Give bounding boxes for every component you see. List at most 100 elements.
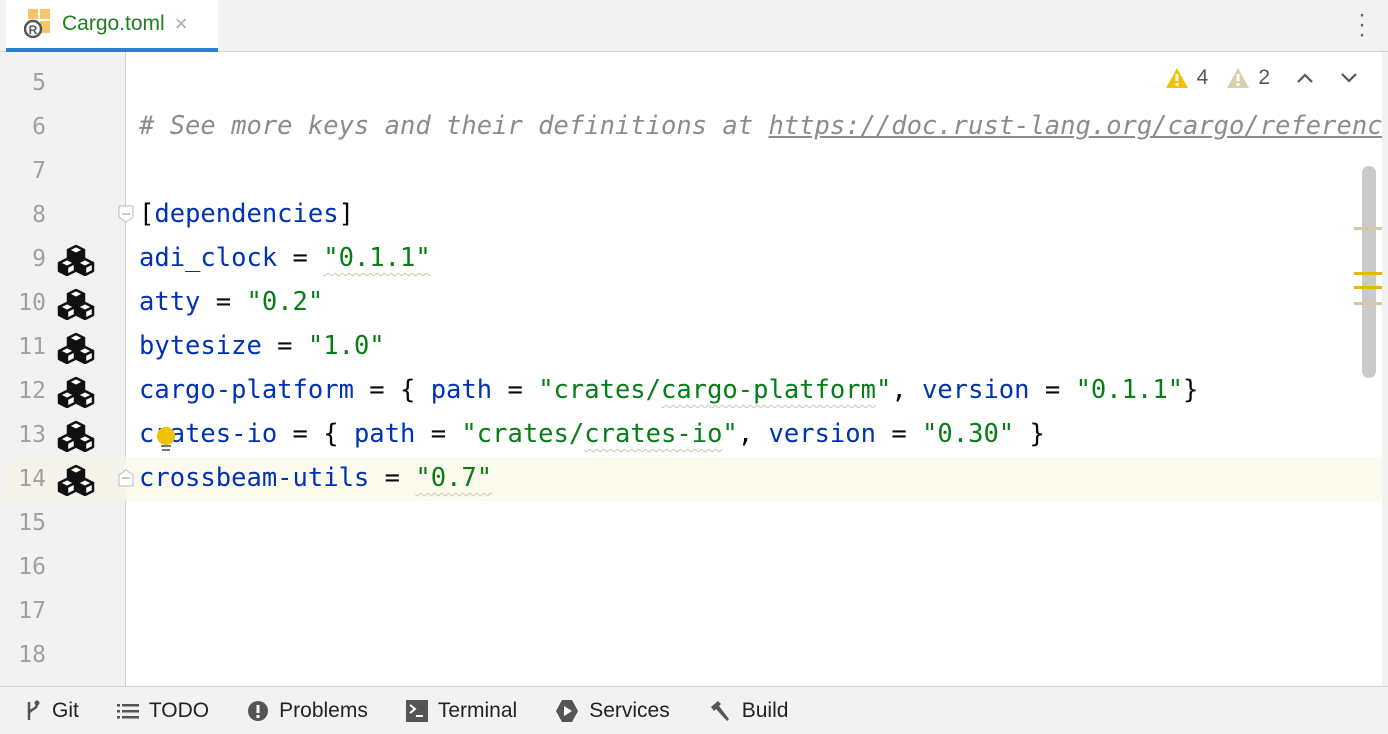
line-number: 10 [18,290,46,316]
more-options-icon[interactable]: · · · [1358,3,1366,47]
code-token: = [1029,375,1076,405]
code-text: # See more keys and their definitions at… [139,111,1382,141]
code-line[interactable]: 10 atty = "0.2" [6,281,1382,325]
fold-marker-icon[interactable] [118,469,134,487]
tool-window-todo[interactable]: TODO [116,698,210,723]
code-line[interactable]: 12 cargo-platform = { path = "crates/carg… [6,369,1382,413]
line-number: 9 [32,246,46,272]
code-token: "0.30" [922,419,1015,449]
code-line[interactable]: 9 adi_clock = "0.1.1" [6,237,1382,281]
next-highlight-icon[interactable] [1340,72,1358,84]
code-line[interactable]: 15 [6,501,1382,545]
gutter-cell: 18 [6,633,126,677]
code-token: path [353,419,416,449]
editor-tab-bar: R Cargo.toml × · · · [0,0,1388,52]
close-tab-icon[interactable]: × [175,11,188,37]
crate-icon[interactable] [56,288,96,325]
gutter-cell: 8 [6,193,126,237]
code-token: " [875,375,892,405]
code-line[interactable]: 14 crossbeam-utils = "0.7" [6,457,1382,501]
code-token: } [1183,375,1199,405]
code-token: "0.1.1" [323,243,431,273]
tool-window-label: Git [52,698,79,722]
tab-cargo-toml[interactable]: R Cargo.toml × [6,0,218,52]
line-number: 16 [18,554,46,580]
code-token: = [369,463,416,493]
code-token: version [768,419,876,449]
previous-highlight-icon[interactable] [1296,72,1314,84]
gutter-cell: 14 [6,457,126,501]
code-line[interactable]: 16 [6,545,1382,589]
code-line[interactable]: 17 [6,589,1382,633]
tool-window-label: Problems [279,698,368,722]
code-token: "crates/ [538,375,662,405]
gutter-cell: 17 [6,589,126,633]
line-number: 7 [32,158,46,184]
inspections-widget[interactable]: 4 2 [1165,66,1358,90]
gutter-cell: 12 [6,369,126,413]
line-number: 5 [32,70,46,96]
code-token: " [722,419,738,449]
line-number: 17 [18,598,46,624]
line-number: 6 [32,114,46,140]
code-text: crates-io = { path = "crates/crates-io",… [139,419,1045,449]
code-token: dependencies [154,199,339,229]
services-icon [555,699,589,723]
code-token: = [415,419,462,449]
code-editor[interactable]: 5 6 # See more keys and their definitions … [6,52,1382,686]
tool-window-label: Services [589,698,670,722]
crate-icon[interactable] [56,464,96,501]
line-number: 15 [18,510,46,536]
tool-window-bar: Git TODO Problems Terminal Services Build [0,686,1388,734]
tool-window-problems[interactable]: Problems [247,699,368,723]
code-token: "0.2" [246,287,324,317]
code-line[interactable]: 18 [6,633,1382,677]
weak-warning-stripe[interactable] [1354,302,1382,305]
warning-count: 4 [1196,66,1209,89]
code-token: bytesize [139,331,262,361]
terminal-icon [405,699,438,722]
crate-icon[interactable] [56,244,96,281]
code-token: cargo-platform [139,375,354,405]
crate-icon[interactable] [56,376,96,413]
code-text: [dependencies] [139,199,354,229]
crate-icon[interactable] [56,420,96,457]
code-token: "1.0" [307,331,385,361]
lightbulb-icon[interactable] [156,426,176,454]
code-line[interactable]: 11 bytesize = "1.0" [6,325,1382,369]
gutter-cell: 15 [6,501,126,545]
weak-warning-icon [1227,68,1250,88]
tool-window-build[interactable]: Build [708,698,789,723]
fold-marker-icon[interactable] [118,205,134,223]
code-text: adi_clock = "0.1.1" [139,243,431,273]
tool-window-terminal[interactable]: Terminal [405,699,517,723]
tab-label: Cargo.toml [62,12,165,35]
weak-warning-stripe[interactable] [1354,227,1382,230]
code-token: atty [139,287,201,317]
warning-stripe[interactable] [1354,272,1382,275]
code-token: cargo-platform [661,375,876,405]
code-line[interactable]: 8 [dependencies] [6,193,1382,237]
svg-text:R: R [29,23,38,37]
code-line[interactable]: 6 # See more keys and their definitions a… [6,105,1382,149]
code-token: # See more keys and their definitions at [139,111,769,141]
problems-icon [247,700,279,722]
code-token: = [492,375,539,405]
gutter-cell: 11 [6,325,126,369]
weak-warning-count: 2 [1258,66,1270,89]
code-line[interactable]: 7 [6,149,1382,193]
gutter-cell: 10 [6,281,126,325]
code-token: "0.1.1" [1075,375,1184,405]
tool-window-label: TODO [148,698,210,722]
gutter-cell: 9 [6,237,126,281]
warning-stripe[interactable] [1354,286,1382,289]
crate-icon[interactable] [56,332,96,369]
code-token: = [200,287,247,317]
tool-window-git[interactable]: Git [24,699,79,723]
gutter-cell: 16 [6,545,126,589]
tool-window-label: Build [741,698,789,722]
code-text: cargo-platform = { path = "crates/cargo-… [139,375,1198,405]
tool-window-services[interactable]: Services [555,699,670,723]
code-line[interactable]: 13 crates-io = { path = "crates/crates-io… [6,413,1382,457]
code-token[interactable]: https://doc.rust-lang.org/cargo/referenc… [768,111,1382,141]
